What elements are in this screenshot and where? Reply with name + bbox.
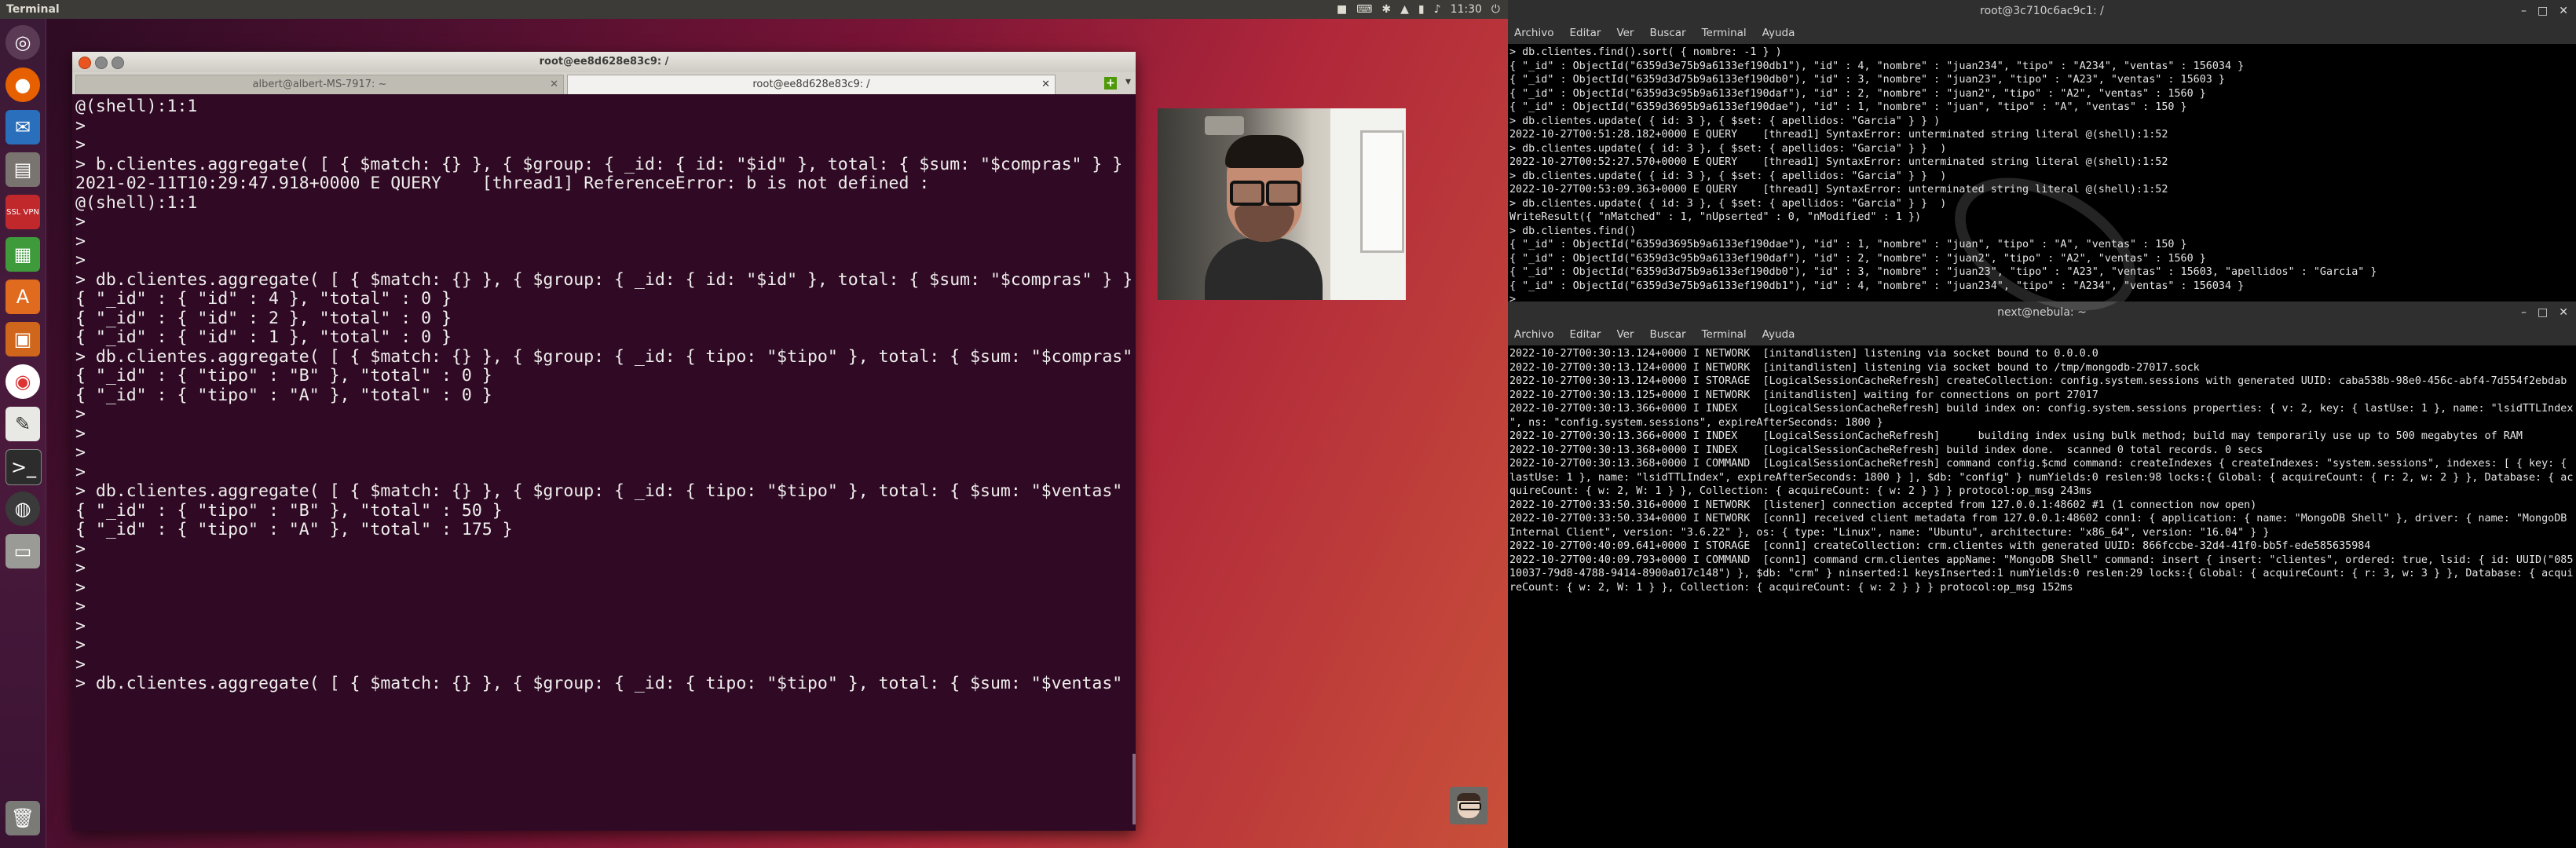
video-icon[interactable]: ■	[1337, 0, 1347, 19]
tab-close-icon[interactable]: ✕	[550, 75, 558, 94]
close-icon[interactable]: ✕	[2559, 302, 2568, 323]
firefox-icon[interactable]: ●	[5, 68, 40, 102]
maximize-icon[interactable]: □	[2538, 302, 2548, 323]
webcam-overlay	[1158, 108, 1406, 300]
clock[interactable]: 11:30	[1451, 0, 1482, 19]
menu-editar[interactable]: Editar	[1569, 323, 1601, 345]
tab-bar: albert@albert-MS-7917: ~ ✕ root@ee8d628e…	[72, 72, 1136, 94]
storage-icon[interactable]: ▭	[5, 534, 40, 568]
terminal-window-bottom[interactable]: next@nebula: ~ – □ ✕ Archivo Editar Ver …	[1508, 302, 2576, 848]
window-title: root@ee8d628e83c9: /	[539, 56, 669, 68]
menu-bar: Archivo Editar Ver Buscar Terminal Ayuda	[1508, 22, 2576, 44]
menu-terminal[interactable]: Terminal	[1702, 22, 1747, 44]
software-icon[interactable]: A	[5, 280, 40, 314]
right-screen: root@3c710c6ac9c1: / – □ ✕ Archivo Edita…	[1508, 0, 2576, 848]
menu-ver[interactable]: Ver	[1616, 323, 1634, 345]
terminal-icon[interactable]: >_	[5, 449, 42, 485]
tab-root[interactable]: root@ee8d628e83c9: / ✕	[567, 75, 1056, 94]
menu-ayuda[interactable]: Ayuda	[1762, 22, 1795, 44]
active-app-title: Terminal	[6, 3, 60, 16]
tab-label: root@ee8d628e83c9: /	[752, 79, 870, 90]
maximize-icon[interactable]	[112, 57, 124, 69]
maximize-icon[interactable]: □	[2538, 0, 2548, 22]
ssl-vpn-label: SSL VPN	[6, 207, 39, 217]
close-icon[interactable]	[79, 57, 91, 69]
battery-icon[interactable]: ▮	[1418, 0, 1425, 19]
terminal-output[interactable]: @(shell):1:1 > > > b.clientes.aggregate(…	[72, 94, 1136, 828]
obs-icon[interactable]: ◍	[5, 492, 40, 526]
tab-menu-icon[interactable]: ▾	[1125, 75, 1131, 88]
wifi-icon[interactable]: ▲	[1400, 0, 1409, 19]
volume-icon[interactable]: ♪	[1434, 0, 1441, 19]
menu-buscar[interactable]: Buscar	[1649, 22, 1685, 44]
window-titlebar[interactable]: root@3c710c6ac9c1: / – □ ✕	[1508, 0, 2576, 22]
glasses-icon	[1230, 181, 1264, 206]
menu-terminal[interactable]: Terminal	[1702, 323, 1747, 345]
menu-archivo[interactable]: Archivo	[1514, 22, 1553, 44]
chrome-icon[interactable]: ◉	[5, 364, 40, 399]
whiteboard	[1360, 130, 1404, 253]
terminal-window-top[interactable]: root@3c710c6ac9c1: / – □ ✕ Archivo Edita…	[1508, 0, 2576, 302]
menu-ayuda[interactable]: Ayuda	[1762, 323, 1795, 345]
avatar	[1450, 787, 1487, 824]
ssl-vpn-icon[interactable]: SSL VPN	[5, 195, 40, 229]
minimize-icon[interactable]: –	[2521, 302, 2527, 323]
top-panel: Terminal ■ ⌨ ✱ ▲ ▮ ♪ 11:30 ⏻	[0, 0, 1508, 19]
files-icon[interactable]: ▤	[5, 152, 40, 187]
tab-close-icon[interactable]: ✕	[1041, 75, 1050, 94]
close-icon[interactable]: ✕	[2559, 0, 2568, 22]
window-title: root@3c710c6ac9c1: /	[1980, 5, 2104, 17]
minimize-icon[interactable]	[95, 57, 108, 69]
menu-bar: Archivo Editar Ver Buscar Terminal Ayuda	[1508, 323, 2576, 345]
launcher: ◎ ● ✉ ▤ SSL VPN ▦ A ▣ ◉ ✎ >_ ◍ ▭ 🗑	[0, 19, 46, 848]
thunderbird-icon[interactable]: ✉	[5, 110, 40, 144]
window-titlebar[interactable]: next@nebula: ~ – □ ✕	[1508, 302, 2576, 323]
terminal-window[interactable]: root@ee8d628e83c9: / albert@albert-MS-79…	[72, 52, 1136, 831]
menu-archivo[interactable]: Archivo	[1514, 323, 1553, 345]
menu-ver[interactable]: Ver	[1616, 22, 1634, 44]
tab-label: albert@albert-MS-7917: ~	[252, 79, 387, 90]
calc-icon[interactable]: ▦	[5, 237, 40, 272]
minimize-icon[interactable]: –	[2521, 0, 2527, 22]
menu-buscar[interactable]: Buscar	[1649, 323, 1685, 345]
editor-icon[interactable]: ✎	[5, 407, 40, 441]
scrollbar[interactable]	[1132, 94, 1136, 824]
window-titlebar[interactable]: root@ee8d628e83c9: /	[72, 52, 1136, 72]
presentation-icon[interactable]: ▣	[5, 322, 40, 356]
ubuntu-icon[interactable]: ◎	[5, 25, 40, 60]
system-tray: ■ ⌨ ✱ ▲ ▮ ♪ 11:30 ⏻	[1337, 0, 1500, 19]
terminal-output[interactable]: 2022-10-27T00:30:13.124+0000 I NETWORK […	[1508, 345, 2576, 826]
menu-editar[interactable]: Editar	[1569, 22, 1601, 44]
trash-icon[interactable]: 🗑	[5, 801, 40, 835]
bluetooth-icon[interactable]: ✱	[1381, 0, 1391, 19]
new-tab-icon[interactable]: +	[1104, 77, 1117, 90]
ubuntu-desktop: Terminal ■ ⌨ ✱ ▲ ▮ ♪ 11:30 ⏻ ◎ ● ✉ ▤ SSL…	[0, 0, 1508, 848]
power-icon[interactable]: ⏻	[1491, 0, 1500, 19]
tab-albert[interactable]: albert@albert-MS-7917: ~ ✕	[75, 75, 564, 94]
keyboard-icon[interactable]: ⌨	[1356, 0, 1372, 19]
